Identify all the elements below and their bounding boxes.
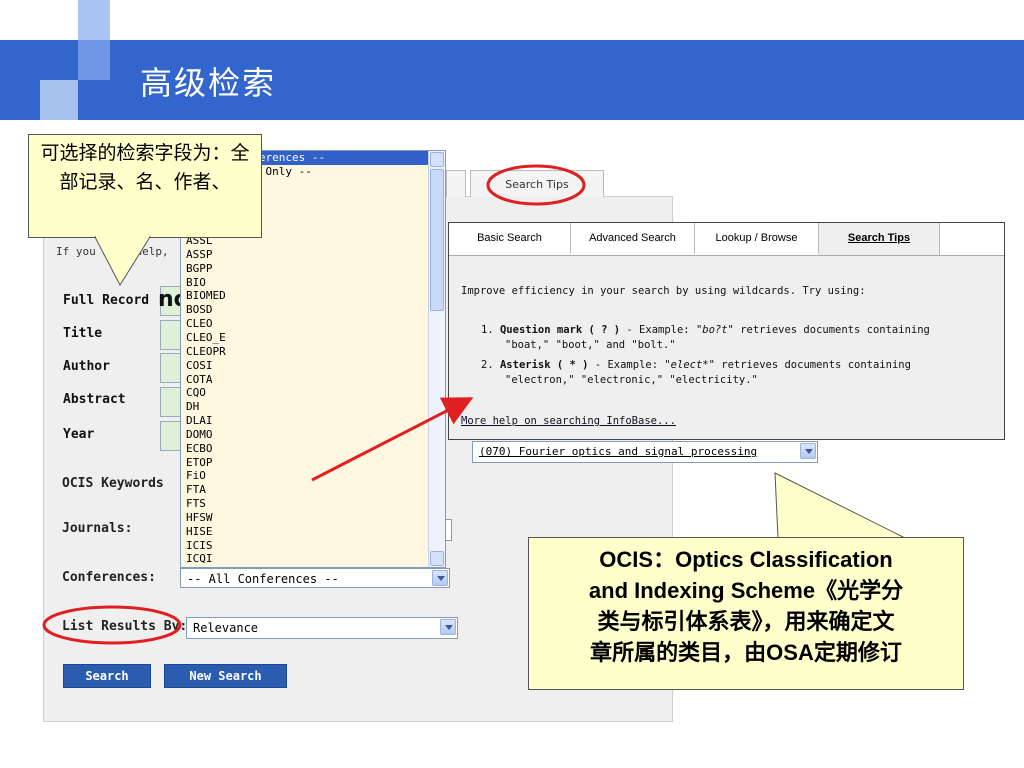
annotation-overlay bbox=[42, 164, 586, 645]
highlight-ellipse-search-tips bbox=[486, 164, 586, 206]
red-arrow bbox=[311, 397, 474, 482]
highlight-ellipse-list-results bbox=[42, 605, 182, 645]
